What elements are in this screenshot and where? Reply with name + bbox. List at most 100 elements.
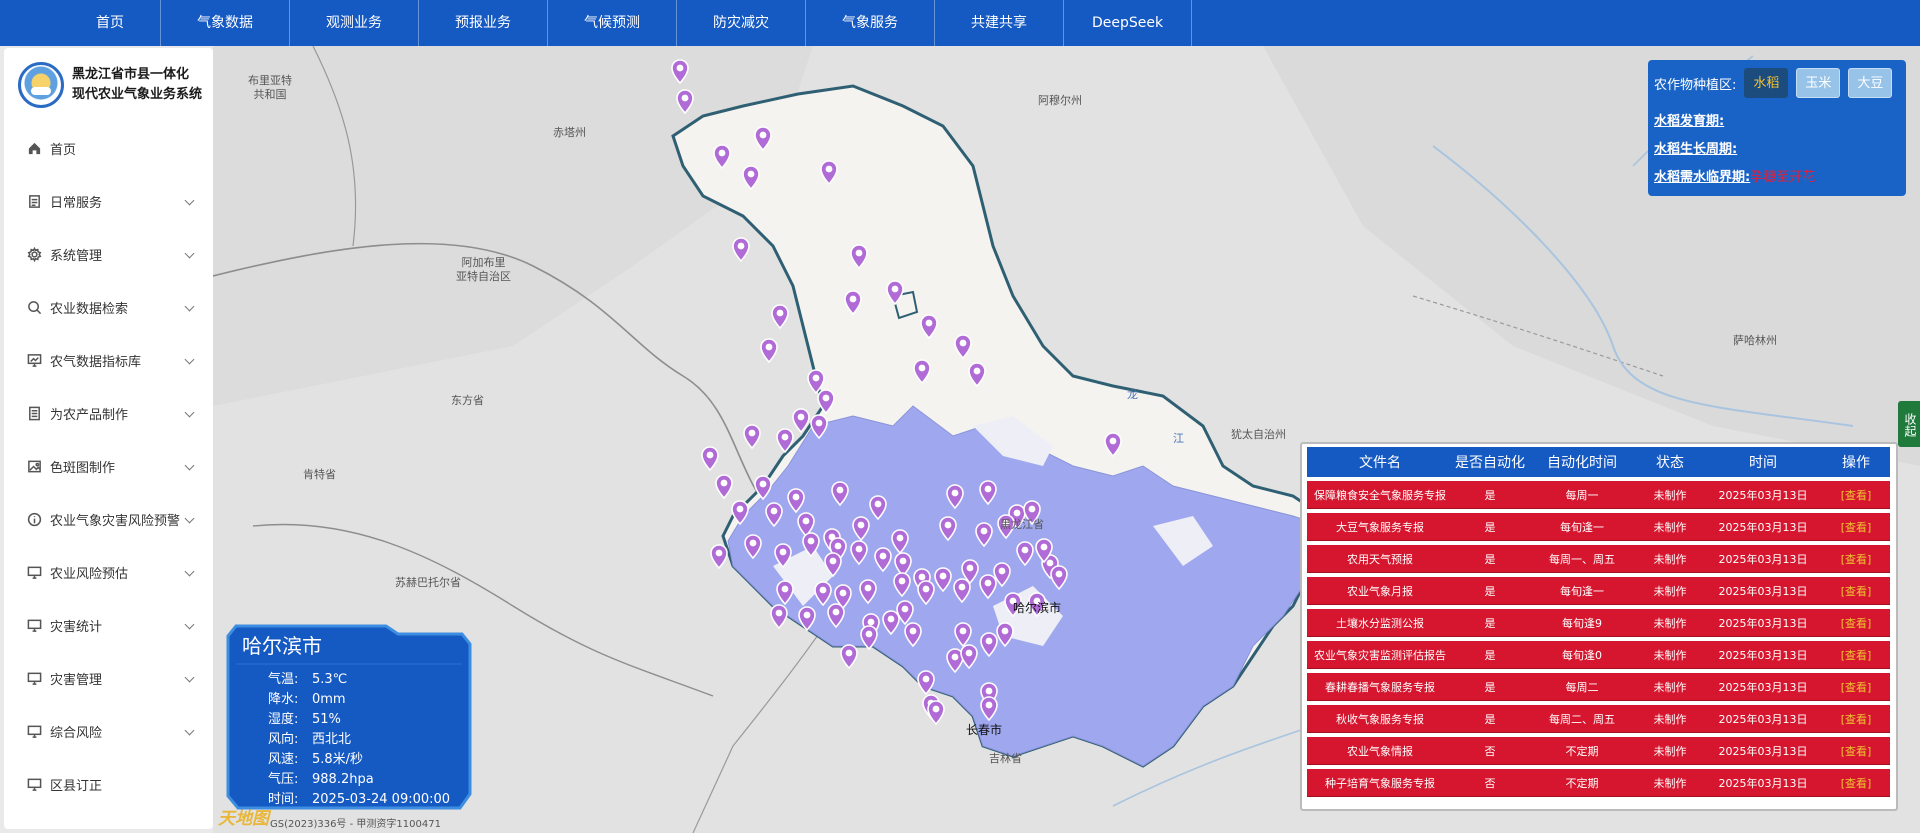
- cell-status: 未制作: [1653, 552, 1687, 566]
- weather-row: 风速: 5.8米/秒: [268, 750, 450, 770]
- gear-icon: [26, 247, 42, 263]
- cell-automated: 是: [1484, 584, 1496, 598]
- image-icon: [26, 459, 42, 475]
- weather-city: 哈尔滨市: [242, 634, 322, 658]
- sidebar-item-10[interactable]: 灾害管理: [4, 652, 213, 705]
- nav-observation[interactable]: 观测业务: [290, 0, 419, 46]
- chevron-down-icon: [184, 566, 195, 577]
- table-row: 秋收气象服务专报 是 每周二、周五 未制作 2025年03月13日 [查看]: [1307, 705, 1890, 733]
- chevron-down-icon: [184, 619, 195, 630]
- weather-key: 降水:: [268, 692, 299, 707]
- table-row: 农业气象月报 是 每旬逢一 未制作 2025年03月13日 [查看]: [1307, 577, 1890, 605]
- crop-rice-button[interactable]: 水稻: [1744, 68, 1789, 98]
- nav-forecast[interactable]: 预报业务: [419, 0, 548, 46]
- nav-home[interactable]: 首页: [60, 0, 161, 46]
- emblem-icon: [18, 62, 64, 108]
- view-link[interactable]: [查看]: [1823, 551, 1889, 567]
- view-link[interactable]: [查看]: [1823, 775, 1889, 791]
- view-link[interactable]: [查看]: [1823, 615, 1889, 631]
- sidebar-item-11[interactable]: 综合风险: [4, 705, 213, 758]
- cell-status: 未制作: [1653, 712, 1687, 726]
- cell-automated: 是: [1484, 680, 1496, 694]
- chevron-down-icon: [184, 725, 195, 736]
- cell-filename: 种子培育气象服务专报: [1325, 776, 1435, 790]
- weather-row: 气温: 5.3℃: [268, 670, 450, 690]
- screen-icon: [26, 618, 42, 634]
- col-status: 状态: [1656, 455, 1684, 471]
- view-link[interactable]: [查看]: [1823, 743, 1889, 759]
- weather-value: 西北北: [312, 732, 352, 747]
- weather-key: 湿度:: [268, 712, 299, 727]
- chevron-down-icon: [184, 354, 195, 365]
- collapse-button[interactable]: 收起: [1898, 401, 1920, 447]
- sidebar-item-6[interactable]: 色斑图制作: [4, 440, 213, 493]
- sidebar-item-4[interactable]: 农气数据指标库: [4, 334, 213, 387]
- sidebar-item-label: 农业气象灾害风险预警: [50, 514, 181, 529]
- sidebar-item-label: 农业风险预估: [50, 567, 129, 582]
- map-label-harbin: 哈尔滨市: [1013, 601, 1062, 615]
- cell-status: 未制作: [1653, 680, 1687, 694]
- cell-time: 2025年03月13日: [1718, 776, 1808, 790]
- chart-screen-icon: [26, 353, 42, 369]
- view-link[interactable]: [查看]: [1823, 487, 1889, 503]
- weather-key: 风向:: [268, 732, 299, 747]
- cell-filename: 农业气象月报: [1347, 584, 1413, 598]
- map-copyright: GS(2023)336号 - 甲测资字1100471: [270, 819, 441, 830]
- sidebar-item-7[interactable]: 农业气象灾害风险预警: [4, 493, 213, 546]
- map-label-chita: 赤塔州: [553, 126, 586, 139]
- col-time: 时间: [1749, 455, 1777, 471]
- chevron-down-icon: [184, 195, 195, 206]
- weather-details: 气温: 5.3℃ 降水: 0mm 湿度: 51% 风向: 西北北 风速: 5.8米/秒 气压: 988…: [268, 670, 450, 810]
- nav-sharing[interactable]: 共建共享: [935, 0, 1064, 46]
- screen-icon: [26, 565, 42, 581]
- chevron-down-icon: [184, 513, 195, 524]
- sidebar-item-3[interactable]: 农业数据检索: [4, 281, 213, 334]
- view-link[interactable]: [查看]: [1823, 711, 1889, 727]
- nav-weather-service[interactable]: 气象服务: [806, 0, 935, 46]
- critical-water-value: 孕穗至开花: [1750, 170, 1816, 185]
- col-auto-time: 自动化时间: [1547, 455, 1617, 471]
- cell-status: 未制作: [1653, 584, 1687, 598]
- cell-automated: 是: [1484, 648, 1496, 662]
- sidebar-item-2[interactable]: 系统管理: [4, 228, 213, 281]
- sidebar-item-8[interactable]: 农业风险预估: [4, 546, 213, 599]
- cell-filename: 农业气象情报: [1347, 744, 1413, 758]
- nav-weather-data[interactable]: 气象数据: [161, 0, 290, 46]
- view-link[interactable]: [查看]: [1823, 519, 1889, 535]
- nav-deepseek[interactable]: DeepSeek: [1064, 0, 1193, 46]
- cell-automated: 是: [1484, 616, 1496, 630]
- view-link[interactable]: [查看]: [1823, 679, 1889, 695]
- cell-automated: 否: [1484, 744, 1496, 758]
- chevron-down-icon: [184, 248, 195, 259]
- cell-status: 未制作: [1653, 776, 1687, 790]
- sidebar-item-9[interactable]: 灾害统计: [4, 599, 213, 652]
- cell-time: 2025年03月13日: [1718, 744, 1808, 758]
- table-row: 种子培育气象服务专报 否 不定期 未制作 2025年03月13日 [查看]: [1307, 769, 1890, 797]
- col-automated: 是否自动化: [1455, 455, 1525, 471]
- crop-corn-button[interactable]: 玉米: [1796, 68, 1841, 98]
- nav-climate-prediction[interactable]: 气候预测: [548, 0, 677, 46]
- weather-value: 5.3℃: [312, 672, 348, 687]
- cell-time: 2025年03月13日: [1718, 616, 1808, 630]
- sidebar-item-5[interactable]: 为农产品制作: [4, 387, 213, 440]
- cell-status: 未制作: [1653, 520, 1687, 534]
- weather-value: 0mm: [312, 692, 346, 707]
- view-link[interactable]: [查看]: [1823, 583, 1889, 599]
- chevron-down-icon: [184, 301, 195, 312]
- table-row: 农业气象灾害监测评估报告 是 每旬逢0 未制作 2025年03月13日 [查看]: [1307, 641, 1890, 669]
- sidebar-item-label: 色斑图制作: [50, 461, 116, 476]
- nav-disaster-prevention[interactable]: 防灾减灾: [677, 0, 806, 46]
- cell-filename: 春耕春播气象服务专报: [1325, 680, 1435, 694]
- growth-cycle-label: 水稻生长周期:: [1654, 142, 1738, 157]
- map-label-khentii: 肯特省: [303, 468, 336, 481]
- sidebar-item-12[interactable]: 区县订正: [4, 758, 213, 811]
- sidebar-item-0[interactable]: 首页: [4, 122, 213, 175]
- sidebar-menu: 首页 日常服务 系统管理 农业数据检索 农气数据指标库 为农产品制作色斑图制作农业气象灾害…: [4, 122, 213, 811]
- weather-key: 气压:: [268, 772, 299, 787]
- sidebar-item-1[interactable]: 日常服务: [4, 175, 213, 228]
- map-label-heilongjiang: 黑龙江省: [1000, 518, 1044, 531]
- view-link[interactable]: [查看]: [1823, 647, 1889, 663]
- crop-soybean-button[interactable]: 大豆: [1848, 68, 1893, 98]
- table-header: 文件名 是否自动化 自动化时间 状态 时间 操作: [1307, 447, 1890, 477]
- tianditu-logo: 天地图: [218, 809, 269, 829]
